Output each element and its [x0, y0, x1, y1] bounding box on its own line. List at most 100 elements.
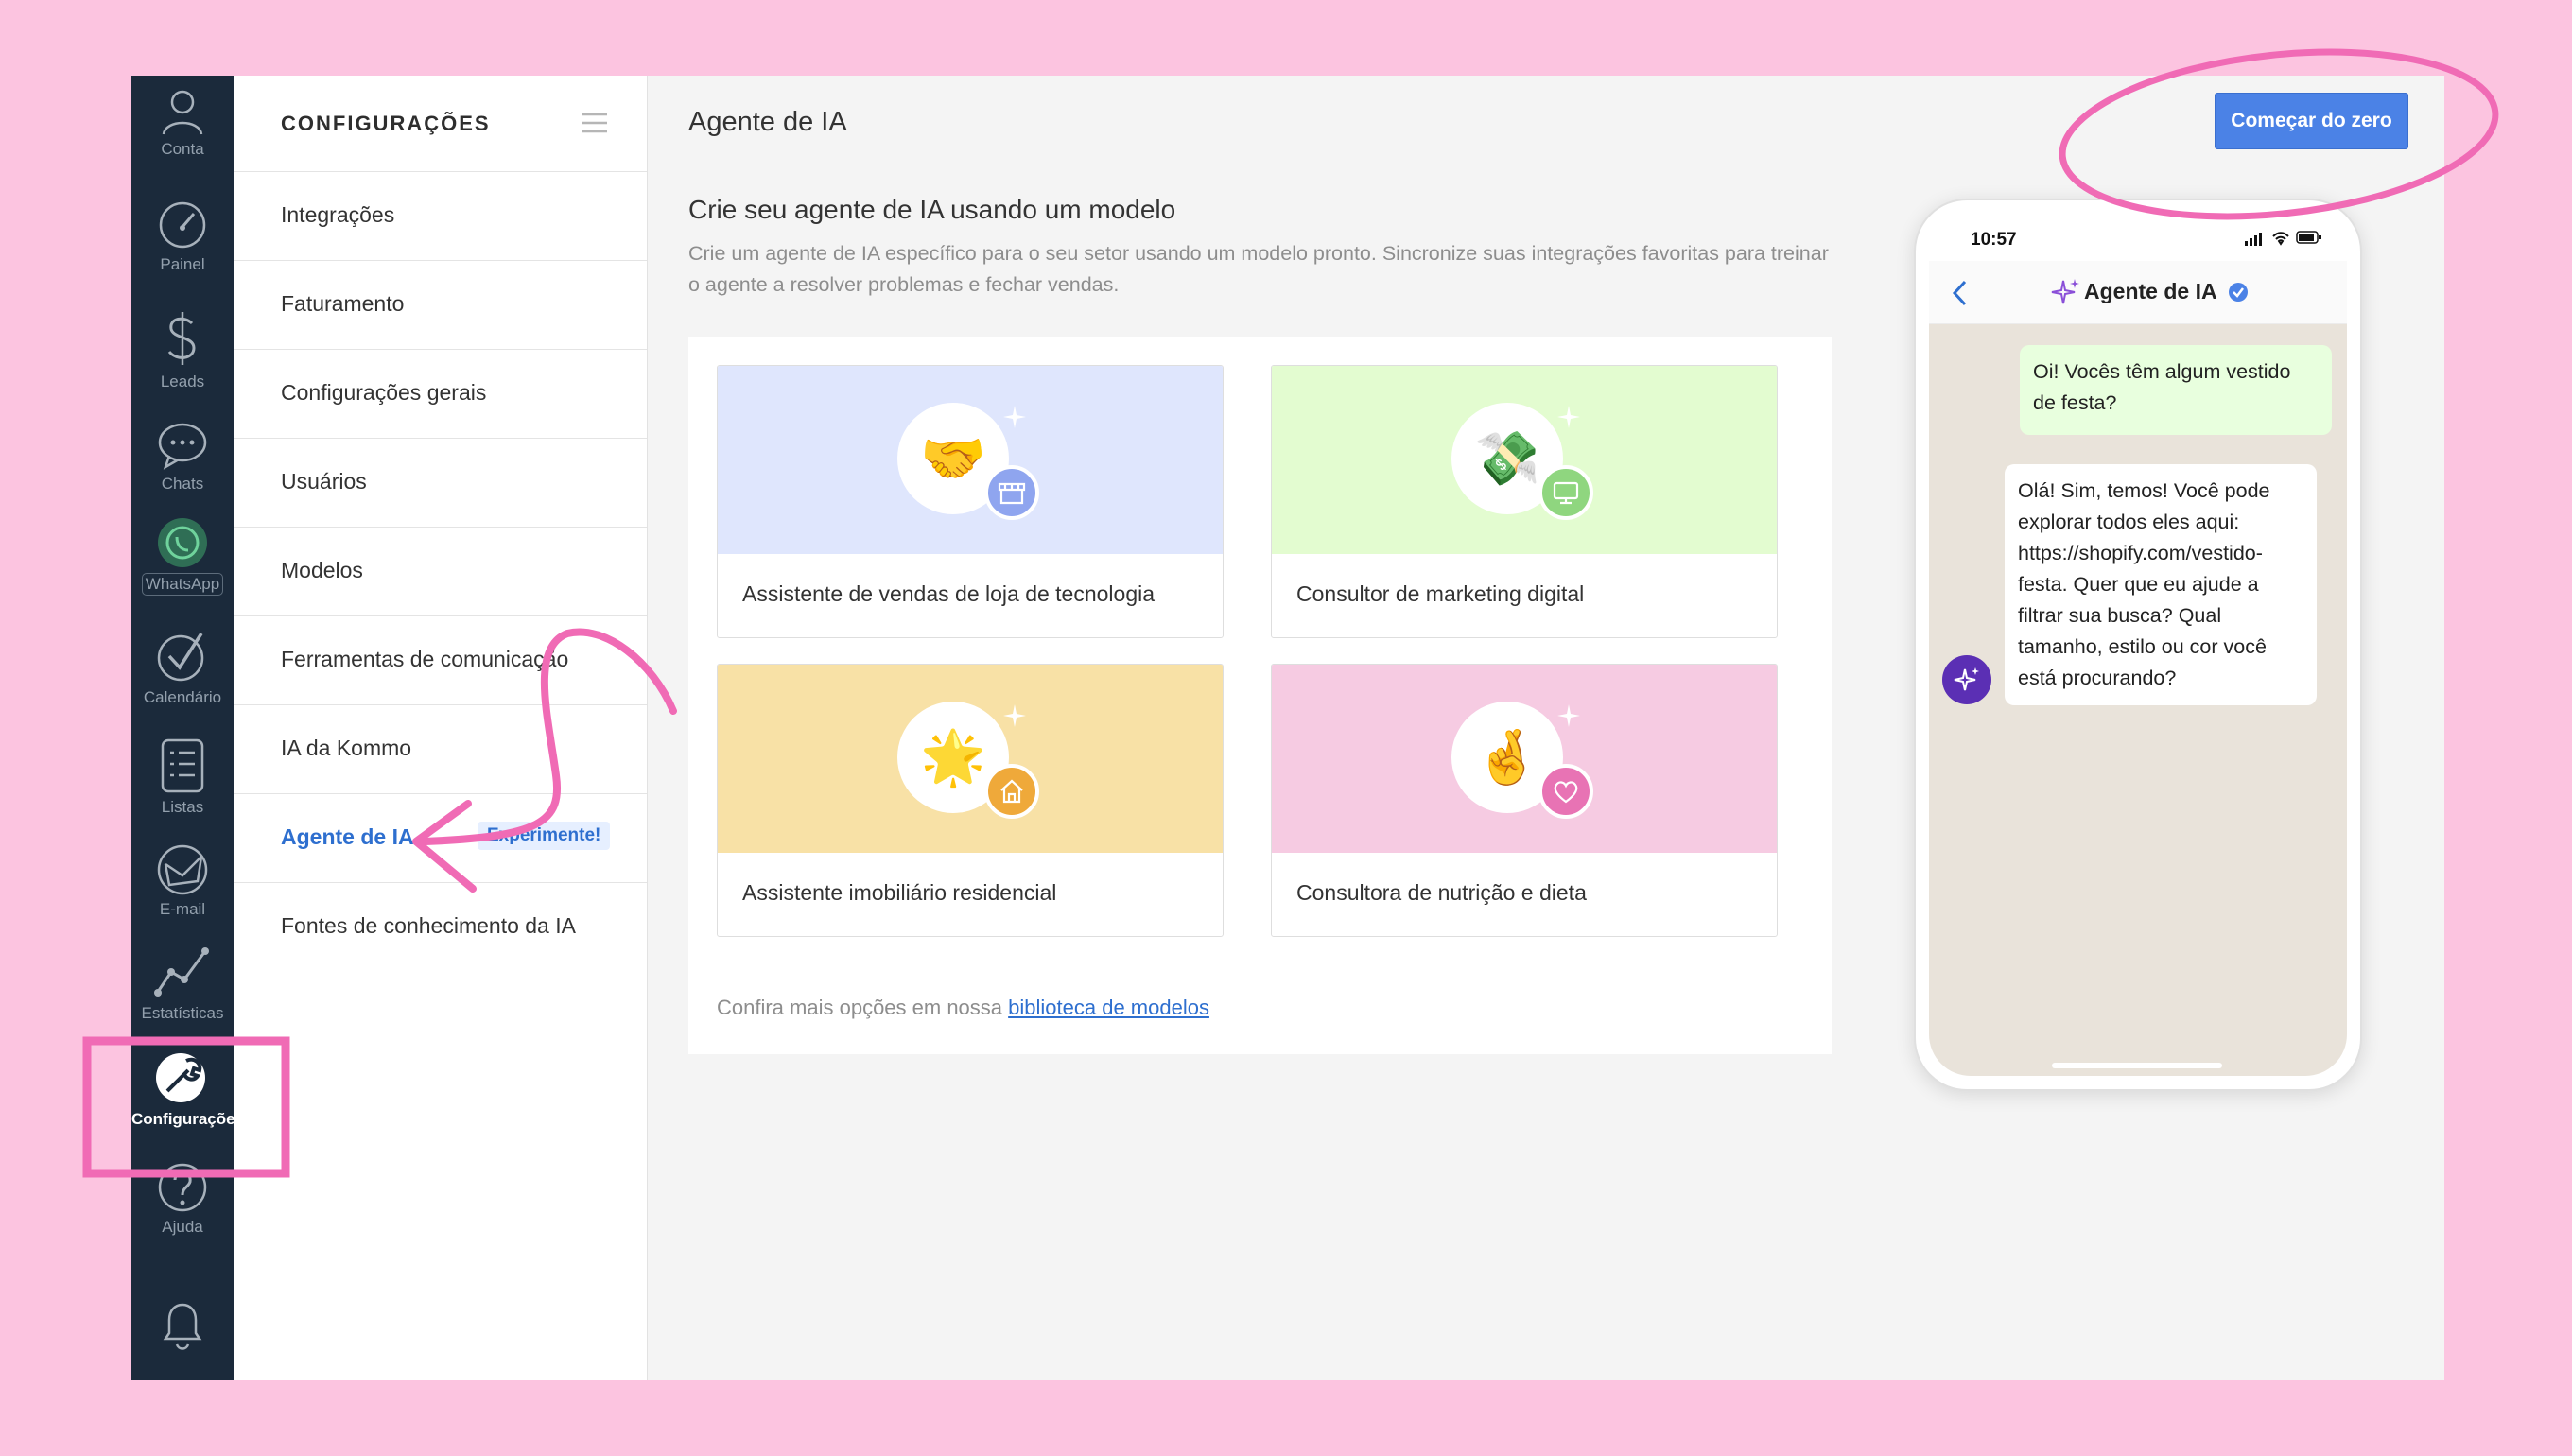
rail-item-notifications[interactable]: [131, 1297, 234, 1358]
card-title: Consultor de marketing digital: [1296, 581, 1585, 606]
rail-item-listas[interactable]: Listas: [131, 737, 234, 817]
phone-screen: 10:57 Agente de IA Oi! Vocês têm algum v…: [1929, 212, 2347, 1076]
monitor-icon: [1538, 465, 1593, 520]
battery-icon: [2296, 231, 2321, 244]
phone-preview: 10:57 Agente de IA Oi! Vocês têm algum v…: [1914, 199, 2362, 1091]
menu-item-label: Ferramentas de comunicação: [281, 647, 569, 671]
sparkle-icon: [2051, 279, 2079, 304]
sparkle-icon: [1003, 406, 1026, 428]
template-card-real-estate[interactable]: 🌟 Assistente imobiliário residencial: [717, 664, 1224, 937]
menu-item-label: Modelos: [281, 558, 363, 582]
rail-item-ajuda[interactable]: Ajuda: [131, 1161, 234, 1237]
user-message-bubble: Oi! Vocês têm algum vestido de festa?: [2020, 345, 2332, 435]
menu-title: CONFIGURAÇÕES: [281, 112, 491, 135]
menu-item-faturamento[interactable]: Faturamento: [234, 261, 647, 350]
back-arrow-icon[interactable]: [1952, 280, 1967, 306]
card-title: Consultora de nutrição e dieta: [1296, 880, 1587, 905]
main-content: Agente de IA Começar do zero Crie seu ag…: [647, 76, 2444, 1380]
store-icon: [984, 465, 1039, 520]
menu-item-agente-ia[interactable]: Agente de IA Experimente!: [234, 794, 647, 883]
rail-label: Configurações: [131, 1110, 234, 1128]
signal-icon: [2245, 233, 2262, 246]
menu-item-configuracoes-gerais[interactable]: Configurações gerais: [234, 350, 647, 439]
heart-icon: [1538, 764, 1593, 819]
house-icon: [984, 764, 1039, 819]
rail-item-configuracoes[interactable]: Configurações: [131, 1049, 234, 1129]
sparkle-icon: [1003, 704, 1026, 727]
menu-item-usuarios[interactable]: Usuários: [234, 439, 647, 528]
template-card-tech-store[interactable]: 🤝 Assistente de vendas de loja de tecnol…: [717, 365, 1224, 638]
rail-item-estatisticas[interactable]: Estatísticas: [131, 944, 234, 1023]
bell-icon: [163, 1303, 202, 1350]
app-window: Conta Painel Leads Chats WhatsApp Calend…: [131, 76, 2444, 1380]
list-icon: [161, 738, 204, 793]
menu-item-label: Fontes de conhecimento da IA: [281, 913, 576, 938]
speedometer-icon: [159, 201, 206, 249]
more-prefix: Confira mais opções em nossa: [717, 996, 1009, 1019]
page-title: Agente de IA: [688, 107, 847, 137]
stats-icon: [154, 947, 209, 997]
status-time: 10:57: [1971, 230, 2017, 250]
left-rail: Conta Painel Leads Chats WhatsApp Calend…: [131, 76, 234, 1380]
template-library-link[interactable]: biblioteca de modelos: [1008, 996, 1209, 1019]
menu-item-label: Integrações: [281, 202, 395, 227]
menu-item-fontes[interactable]: Fontes de conhecimento da IA: [234, 883, 647, 971]
rail-item-leads[interactable]: Leads: [131, 308, 234, 391]
menu-item-integracoes[interactable]: Integrações: [234, 172, 647, 261]
rail-item-whatsapp[interactable]: WhatsApp: [131, 516, 234, 596]
card-title: Assistente de vendas de loja de tecnolog…: [742, 581, 1156, 606]
checkmark-icon: [157, 633, 204, 682]
menu-item-label: Usuários: [281, 469, 367, 494]
help-icon: [158, 1163, 207, 1212]
rail-label: E-mail: [159, 900, 206, 918]
rail-label: Calendário: [143, 688, 222, 706]
section-description: Crie um agente de IA específico para o s…: [688, 242, 1829, 296]
wrench-icon: [156, 1053, 205, 1102]
menu-item-ferramentas[interactable]: Ferramentas de comunicação: [234, 616, 647, 705]
rail-label: Conta: [161, 140, 204, 158]
rail-item-conta[interactable]: Conta: [131, 83, 234, 159]
menu-item-label: IA da Kommo: [281, 736, 412, 760]
menu-item-label: Configurações gerais: [281, 380, 487, 405]
user-icon: [162, 90, 203, 135]
template-card-nutrition[interactable]: 🤞 Consultora de nutrição e dieta: [1271, 664, 1778, 937]
menu-item-ia-kommo[interactable]: IA da Kommo: [234, 705, 647, 794]
more-options-text: Confira mais opções em nossa biblioteca …: [717, 996, 1209, 1020]
templates-panel: 🤝 Assistente de vendas de loja de tecnol…: [688, 337, 1832, 1054]
start-from-scratch-button[interactable]: Começar do zero: [2215, 93, 2408, 149]
whatsapp-icon: [158, 518, 207, 567]
hamburger-icon[interactable]: [582, 112, 607, 134]
rail-label: Chats: [161, 475, 204, 493]
wifi-icon: [2272, 232, 2289, 246]
card-title: Assistente imobiliário residencial: [742, 880, 1057, 905]
menu-item-label: Agente de IA: [281, 824, 414, 849]
template-card-marketing[interactable]: 💸 Consultor de marketing digital: [1271, 365, 1778, 638]
section-title: Crie seu agente de IA usando um modelo: [688, 195, 1176, 224]
menu-item-modelos[interactable]: Modelos: [234, 528, 647, 616]
verified-icon: [2229, 283, 2248, 302]
rail-item-painel[interactable]: Painel: [131, 199, 234, 274]
mail-icon: [157, 844, 208, 895]
menu-header: CONFIGURAÇÕES: [234, 76, 647, 172]
chat-title: Agente de IA: [2084, 279, 2217, 303]
rail-label: Leads: [160, 373, 205, 390]
sparkle-icon: [1557, 704, 1580, 727]
chat-header: Agente de IA: [1929, 261, 2347, 324]
bot-message-bubble: Olá! Sim, temos! Você pode explorar todo…: [2005, 464, 2317, 705]
status-bar: 10:57: [1929, 212, 2347, 261]
sparkle-icon: [1557, 406, 1580, 428]
chat-area: Oi! Vocês têm algum vestido de festa? Ol…: [1929, 324, 2347, 1076]
rail-item-email[interactable]: E-mail: [131, 843, 234, 919]
experiment-badge: Experimente!: [478, 822, 611, 850]
home-indicator: [2052, 1063, 2222, 1068]
chat-icon: [158, 423, 207, 470]
settings-menu: CONFIGURAÇÕES Integrações Faturamento Co…: [234, 76, 648, 1380]
rail-item-chats[interactable]: Chats: [131, 418, 234, 494]
menu-item-label: Faturamento: [281, 291, 405, 316]
bot-avatar: [1942, 655, 1991, 704]
rail-item-calendario[interactable]: Calendário: [131, 628, 234, 707]
dollar-icon: [167, 312, 196, 365]
rail-label: Estatísticas: [141, 1004, 224, 1022]
rail-label: Listas: [161, 798, 204, 816]
rail-label: Ajuda: [162, 1218, 203, 1236]
